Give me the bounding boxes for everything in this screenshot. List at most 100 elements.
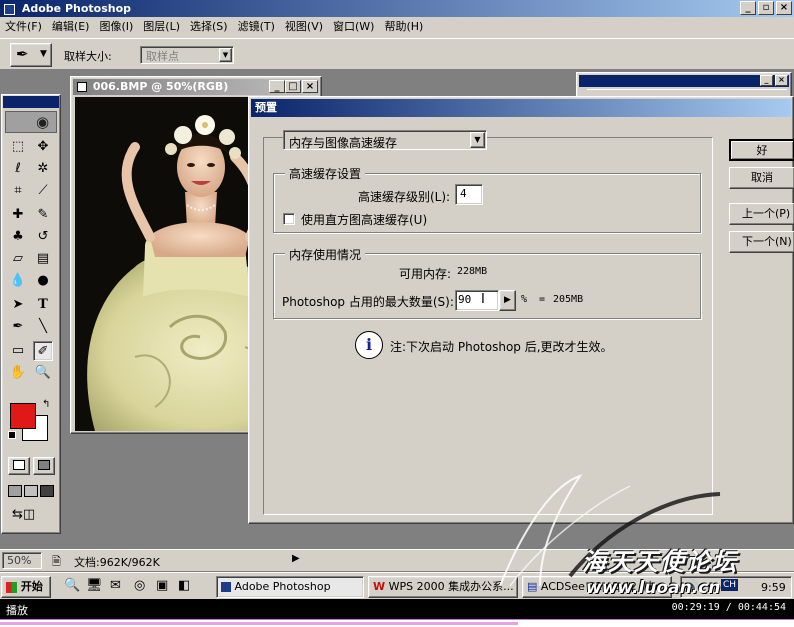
- menu-file[interactable]: 文件(F): [0, 17, 47, 37]
- menu-filter[interactable]: 滤镜(T): [233, 17, 280, 37]
- marquee-tool[interactable]: ⬚: [8, 137, 28, 157]
- prev-button[interactable]: 上一个(P): [729, 203, 794, 225]
- path-select-tool[interactable]: ➤: [8, 295, 28, 315]
- next-button[interactable]: 下一个(N): [729, 231, 794, 253]
- brush-tool[interactable]: ✎: [33, 205, 53, 225]
- zoom-field[interactable]: 50%: [2, 552, 42, 569]
- move-tool[interactable]: ✥: [33, 137, 53, 157]
- document-info-icon: 🗎: [52, 555, 61, 568]
- slice-tool[interactable]: ⟋: [33, 181, 53, 201]
- player-progress-track[interactable]: [0, 619, 794, 627]
- menu-image[interactable]: 图像(I): [94, 17, 138, 37]
- close-button[interactable]: ×: [776, 1, 792, 15]
- windows-logo-icon: [6, 581, 17, 593]
- palette-minimize-button[interactable]: _: [760, 75, 773, 86]
- menu-window[interactable]: 窗口(W): [328, 17, 379, 37]
- cache-level-input[interactable]: 4: [455, 184, 483, 205]
- equals-sign: =: [539, 294, 546, 305]
- cache-level-value: 4: [460, 187, 467, 200]
- magic-wand-tool[interactable]: ✲: [33, 159, 53, 179]
- watermark-text: 海天天使论坛: [582, 548, 738, 576]
- info-icon: i: [355, 331, 383, 359]
- max-memory-label: Photoshop 占用的最大数量(S):: [282, 295, 454, 309]
- screen-mode-full-icon[interactable]: [40, 485, 54, 497]
- quickmask-mode-button[interactable]: [33, 457, 55, 475]
- status-menu-arrow-icon[interactable]: ▶: [292, 553, 300, 564]
- stamp-tool[interactable]: ♣: [8, 227, 28, 247]
- menu-edit[interactable]: 编辑(E): [47, 17, 95, 37]
- sample-size-select[interactable]: 取样点 ▼: [140, 46, 234, 64]
- chevron-down-icon: ▼: [40, 49, 47, 59]
- quicklaunch: 🔍 🖥 ✉ ◎ ▣ ◧: [58, 577, 208, 597]
- standard-mode-button[interactable]: [8, 457, 30, 475]
- chevron-down-icon[interactable]: ▼: [219, 48, 232, 62]
- crop-tool[interactable]: ⌗: [8, 181, 28, 201]
- start-button[interactable]: 开始: [1, 576, 51, 598]
- menu-select[interactable]: 选择(S): [185, 17, 233, 37]
- screen-mode-standard-icon[interactable]: [8, 485, 22, 497]
- folder-icon[interactable]: ▣: [156, 578, 168, 593]
- palette-close-button[interactable]: ×: [775, 75, 788, 86]
- gradient-tool[interactable]: ▤: [33, 249, 53, 269]
- task-photoshop[interactable]: Adobe Photoshop: [216, 576, 364, 598]
- photoshop-icon: [4, 3, 15, 15]
- media-icon[interactable]: ◎: [134, 578, 145, 593]
- outlook-icon[interactable]: ✉: [110, 578, 121, 593]
- tool-preset-picker[interactable]: ✒ ▼: [10, 43, 52, 67]
- ok-button[interactable]: 好: [729, 139, 794, 161]
- app-icon[interactable]: ◧: [178, 578, 190, 593]
- document-info: 文档:962K/962K: [74, 556, 160, 569]
- app-titlebar: Adobe Photoshop _ ▫ ×: [0, 0, 794, 17]
- menu-view[interactable]: 视图(V): [280, 17, 328, 37]
- histogram-cache-checkbox[interactable]: [283, 213, 295, 225]
- cancel-button[interactable]: 取消: [729, 167, 794, 189]
- default-colors-icon[interactable]: [8, 431, 16, 439]
- max-memory-input[interactable]: 90 I: [455, 290, 499, 311]
- zoom-value: 50%: [7, 554, 32, 567]
- percent-sign: %: [521, 294, 528, 305]
- eyedropper-icon: ✒: [16, 45, 29, 63]
- zoom-tool[interactable]: 🔍: [33, 363, 53, 383]
- line-tool[interactable]: ╲: [33, 317, 53, 337]
- text-cursor-icon: I: [481, 292, 485, 307]
- lasso-tool[interactable]: ℓ: [8, 159, 28, 179]
- type-tool[interactable]: T: [33, 295, 53, 315]
- healing-tool[interactable]: ✚: [8, 205, 28, 225]
- ie-icon[interactable]: 🔍: [64, 578, 80, 593]
- task-photoshop-label: Adobe Photoshop: [234, 580, 331, 593]
- eraser-tool[interactable]: ▱: [8, 249, 28, 269]
- menu-layer[interactable]: 图层(L): [138, 17, 185, 37]
- dodge-tool[interactable]: ●: [33, 271, 53, 291]
- play-status[interactable]: 播放: [6, 602, 28, 618]
- minimize-button[interactable]: _: [740, 1, 756, 15]
- foreground-color-swatch[interactable]: [10, 403, 36, 429]
- hand-tool[interactable]: ✋: [8, 363, 28, 383]
- swap-colors-icon[interactable]: ↰: [42, 399, 50, 410]
- max-memory-slider-button[interactable]: ▶: [499, 290, 516, 311]
- chevron-down-icon[interactable]: ▼: [470, 132, 485, 148]
- available-memory-value: 228MB: [457, 266, 488, 277]
- dialog-title: 预置: [255, 101, 277, 114]
- max-memory-result: 205MB: [553, 294, 584, 305]
- menu-help[interactable]: 帮助(H): [379, 17, 428, 37]
- jump-to-imageready-icon[interactable]: ⇆◫: [12, 507, 52, 525]
- doc-close-button[interactable]: ×: [302, 80, 318, 93]
- eye-icon: ◉: [36, 113, 50, 131]
- pen-tool[interactable]: ✒: [8, 317, 28, 337]
- doc-maximize-button[interactable]: □: [285, 80, 301, 93]
- screen-mode-full-menu-icon[interactable]: [24, 485, 38, 497]
- eyedropper-tool[interactable]: ✐: [33, 341, 53, 361]
- desktop-icon[interactable]: 🖥: [86, 578, 103, 593]
- notes-tool[interactable]: ▭: [8, 341, 28, 361]
- player-time: 00:29:19 / 00:44:54: [671, 602, 786, 613]
- preferences-category-select[interactable]: 内存与图像高速缓存 ▼: [283, 130, 487, 150]
- memory-group-title: 内存使用情况: [285, 246, 366, 263]
- blur-tool[interactable]: 💧: [8, 271, 28, 291]
- doc-minimize-button[interactable]: _: [269, 80, 285, 93]
- history-brush-tool[interactable]: ↺: [33, 227, 53, 247]
- document-titlebar: 006.BMP @ 50%(RGB) _ □ ×: [73, 79, 319, 95]
- photoshop-task-icon: [221, 582, 231, 592]
- app-title: Adobe Photoshop: [21, 2, 132, 15]
- restore-button[interactable]: ▫: [758, 1, 774, 15]
- quickmask-mode-icon: [38, 460, 50, 470]
